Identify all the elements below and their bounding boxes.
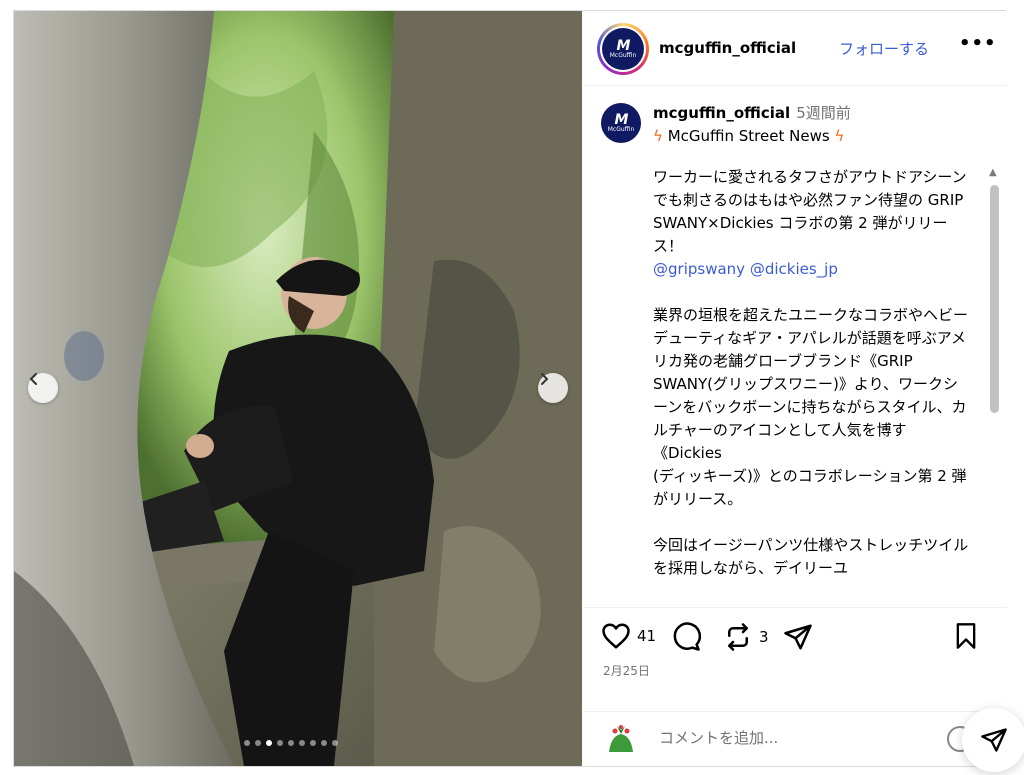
- logo-text: McGuffin: [609, 52, 637, 59]
- more-options-button[interactable]: •••: [959, 33, 997, 54]
- like-button[interactable]: 41: [601, 622, 656, 650]
- share-button[interactable]: [783, 622, 813, 652]
- post-dialog: M McGuffin mcguffin_official フォローする ••• …: [13, 10, 1007, 767]
- carousel-dot: [288, 740, 294, 746]
- mention-link[interactable]: @gripswany: [653, 260, 745, 278]
- scroll-up-arrow-icon[interactable]: ▲: [989, 167, 997, 178]
- save-button[interactable]: [953, 622, 979, 650]
- action-bar: 41 3 2月25日: [583, 607, 1007, 687]
- carousel-dot: [244, 740, 250, 746]
- carousel-dot: [266, 740, 272, 746]
- lightning-icon: ϟ: [834, 127, 845, 145]
- post-media[interactable]: [14, 11, 582, 766]
- post-side-panel: M McGuffin mcguffin_official フォローする ••• …: [583, 11, 1007, 766]
- repost-button[interactable]: 3: [723, 622, 769, 652]
- carousel-dot: [310, 740, 316, 746]
- caption-avatar[interactable]: M McGuffin: [601, 103, 641, 143]
- caption-text: ϟ McGuffin Street News ϟ ワーカーに愛されるタフさがアウ…: [653, 125, 971, 603]
- author-username[interactable]: mcguffin_official: [659, 39, 796, 57]
- repost-icon: [728, 623, 748, 651]
- carousel-dot: [321, 740, 327, 746]
- carousel-dot: [299, 740, 305, 746]
- comment-button[interactable]: [671, 622, 701, 652]
- caption-paragraph-1: ワーカーに愛されるタフさがアウトドアシーンでも刺さるのはもはや必然ファン待望の …: [653, 168, 967, 255]
- scrollbar-thumb[interactable]: [990, 185, 999, 413]
- follow-button[interactable]: フォローする: [839, 38, 929, 59]
- carousel-dot: [277, 740, 283, 746]
- caption-header: mcguffin_official 5週間前: [653, 102, 851, 123]
- carousel-indicator: [244, 740, 338, 746]
- caption-paragraph-2: 業界の垣根を超えたユニークなコラボやヘビーデューティなギア・アパレルが話題を呼ぶ…: [653, 306, 969, 508]
- caption-paragraph-3: 今回はイージーパンツ仕様やストレッチツイルを採用しながら、デイリーユ: [653, 536, 969, 577]
- author-avatar[interactable]: M McGuffin: [597, 23, 649, 75]
- caption-title: McGuffin Street News: [667, 127, 830, 145]
- comment-icon: [673, 622, 701, 651]
- caption-paragraph: ワーカーに愛されるタフさがアウトドアシーンでも刺さるのはもはや必然ファン待望の …: [653, 166, 971, 281]
- logo-text: McGuffin: [607, 126, 635, 133]
- logo-mark: M: [614, 112, 629, 128]
- carousel-dot: [332, 740, 338, 746]
- logo-mark: M: [616, 38, 631, 54]
- like-count: 41: [637, 627, 657, 645]
- messages-button[interactable]: [962, 708, 1024, 772]
- lightning-icon: ϟ: [653, 127, 663, 145]
- heart-icon: [602, 623, 630, 649]
- carousel-dot: [255, 740, 261, 746]
- caption-username[interactable]: mcguffin_official: [653, 104, 790, 122]
- chevron-left-icon: [29, 373, 37, 385]
- next-slide-button[interactable]: [538, 373, 568, 403]
- caption-title-line: ϟ McGuffin Street News ϟ: [653, 125, 971, 148]
- bookmark-icon: [956, 623, 976, 649]
- post-date[interactable]: 2月25日: [603, 662, 650, 679]
- repost-count: 3: [759, 628, 769, 646]
- comment-input[interactable]: [659, 729, 929, 747]
- current-user-avatar: [603, 722, 639, 758]
- mcguffin-logo: M McGuffin: [602, 28, 644, 70]
- mention-link[interactable]: @dickies_jp: [750, 260, 838, 278]
- post-photo: [14, 11, 582, 766]
- share-icon: [784, 624, 812, 650]
- chevron-right-icon: [541, 373, 549, 385]
- caption-area[interactable]: M McGuffin mcguffin_official 5週間前 ϟ McGuf…: [583, 87, 1007, 606]
- post-header: M McGuffin mcguffin_official フォローする •••: [583, 11, 1007, 86]
- previous-slide-button[interactable]: [28, 373, 58, 403]
- caption-scrollbar[interactable]: ▲ ▼: [986, 167, 1004, 606]
- caption-time[interactable]: 5週間前: [796, 104, 851, 122]
- comment-bar: [583, 711, 1007, 766]
- send-icon: [981, 728, 1007, 752]
